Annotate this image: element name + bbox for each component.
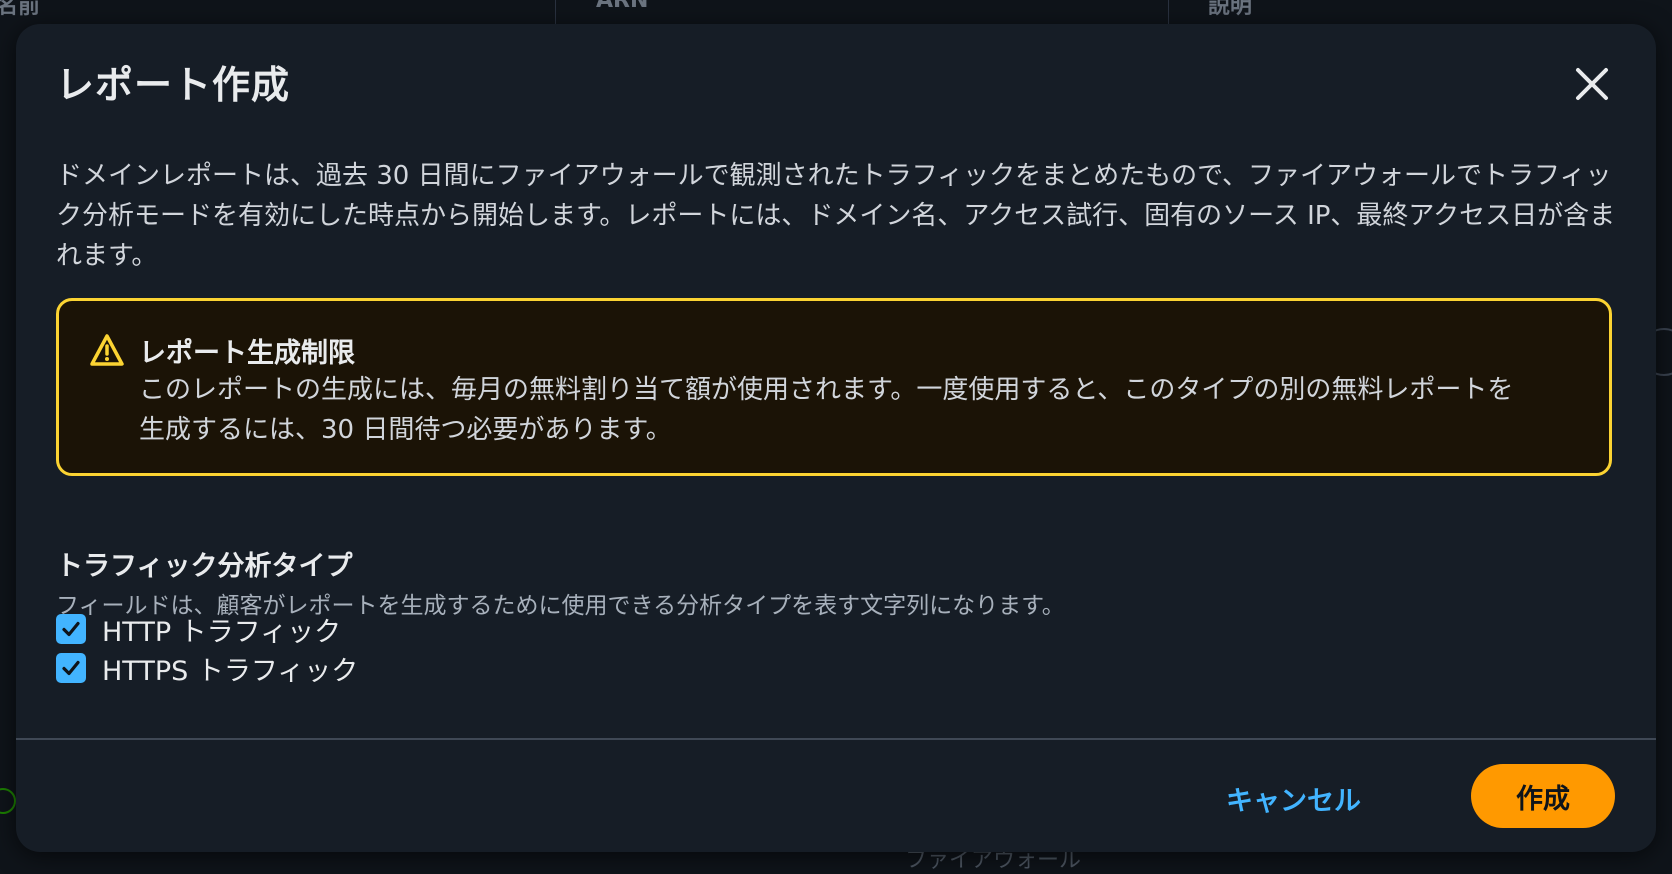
background-column-header-description: 説明 xyxy=(1208,0,1253,19)
http-traffic-checkbox[interactable]: HTTP トラフィック xyxy=(56,611,342,648)
warning-icon xyxy=(90,334,124,366)
https-traffic-checkbox[interactable]: HTTPS トラフィック xyxy=(56,650,359,687)
background-column-header-name: 名前 xyxy=(0,0,41,19)
close-icon xyxy=(1576,68,1608,100)
footer-divider xyxy=(16,738,1656,740)
checkbox-label: HTTPS トラフィック xyxy=(102,655,359,687)
checkbox-label: HTTP トラフィック xyxy=(102,616,342,648)
alert-body: このレポートの生成には、毎月の無料割り当て額が使用されます。一度使用すると、この… xyxy=(139,375,1514,445)
create-button[interactable]: 作成 xyxy=(1471,764,1615,828)
modal-description: ドメインレポートは、過去 30 日間にファイアウォールで観測されたトラフィックを… xyxy=(56,161,1616,271)
background-column-header-arn: ARN xyxy=(596,0,649,13)
background-status-check-icon xyxy=(0,788,16,814)
checkbox-checked-icon[interactable] xyxy=(56,653,86,683)
cancel-button[interactable]: キャンセル xyxy=(1226,779,1361,818)
warning-alert: レポート生成制限 このレポートの生成には、毎月の無料割り当て額が使用されます。一… xyxy=(56,298,1612,476)
create-report-modal: レポート作成 ドメインレポートは、過去 30 日間にファイアウォールで観測された… xyxy=(16,24,1656,852)
traffic-analysis-type-label: トラフィック分析タイプ xyxy=(56,551,353,582)
checkbox-checked-icon[interactable] xyxy=(56,614,86,644)
close-button[interactable] xyxy=(1568,60,1616,108)
alert-title: レポート生成制限 xyxy=(139,338,355,369)
modal-title: レポート作成 xyxy=(56,63,291,107)
